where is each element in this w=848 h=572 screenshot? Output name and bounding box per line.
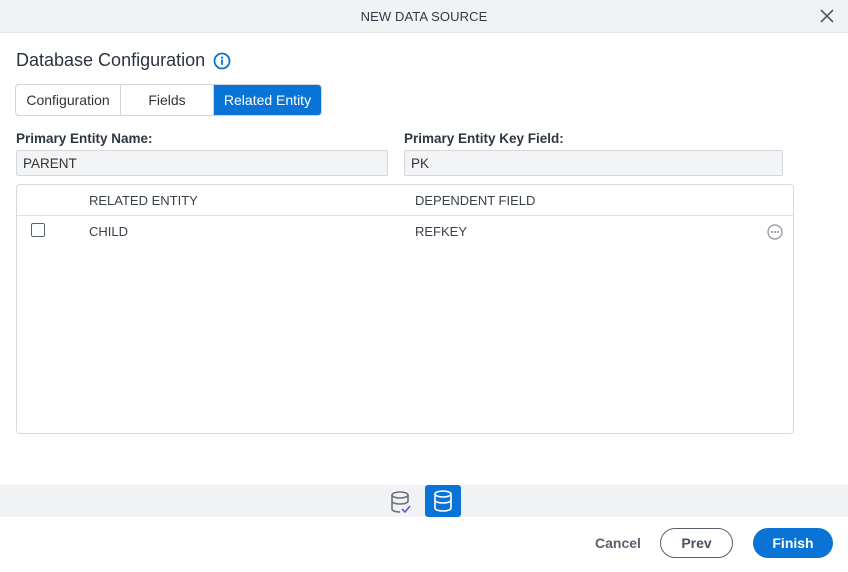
database-step-button[interactable]	[425, 485, 461, 517]
primary-entity-key-label: Primary Entity Key Field:	[404, 131, 564, 146]
close-icon[interactable]	[820, 9, 834, 23]
tab-fields[interactable]: Fields	[121, 85, 214, 115]
section-heading: Database Configuration	[16, 50, 206, 70]
dialog-title: NEW DATA SOURCE	[360, 9, 488, 24]
primary-entity-name-field[interactable]: PARENT	[16, 150, 388, 176]
column-header-dependent-field[interactable]: DEPENDENT FIELD	[415, 193, 535, 208]
primary-entity-key-field[interactable]: PK	[404, 150, 783, 176]
cancel-button[interactable]: Cancel	[588, 528, 648, 558]
step-indicator-bar	[0, 485, 848, 517]
tab-bar: Configuration Fields Related Entity	[15, 84, 322, 116]
prev-button[interactable]: Prev	[660, 528, 733, 558]
grid-header: RELATED ENTITY DEPENDENT FIELD	[17, 185, 793, 216]
tab-related-entity[interactable]: Related Entity	[214, 85, 321, 115]
database-check-icon[interactable]	[388, 487, 414, 517]
column-header-related-entity[interactable]: RELATED ENTITY	[89, 193, 198, 208]
more-options-icon[interactable]	[767, 224, 783, 240]
dialog-title-bar: NEW DATA SOURCE	[0, 0, 848, 33]
related-entity-cell: CHILD	[89, 224, 129, 239]
finish-button[interactable]: Finish	[753, 528, 833, 558]
primary-entity-name-label: Primary Entity Name:	[16, 131, 153, 146]
database-icon	[434, 490, 452, 512]
related-entity-grid: RELATED ENTITY DEPENDENT FIELD CHILD REF…	[16, 184, 794, 434]
info-icon[interactable]	[213, 52, 231, 70]
tab-configuration[interactable]: Configuration	[16, 85, 121, 115]
row-checkbox[interactable]	[31, 223, 45, 237]
table-row[interactable]: CHILD REFKEY	[17, 216, 793, 246]
dependent-field-cell: REFKEY	[415, 224, 468, 239]
